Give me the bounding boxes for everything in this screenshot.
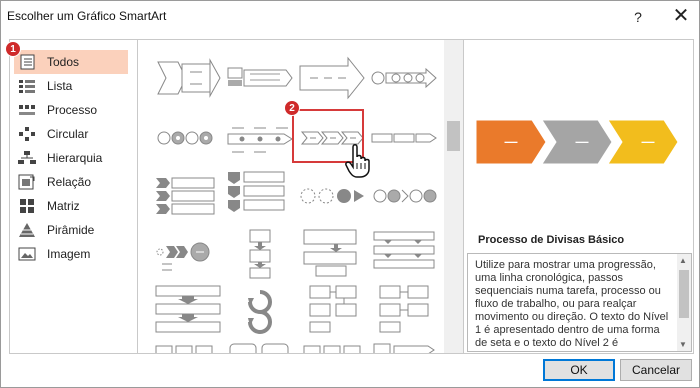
layout-tile[interactable] — [224, 340, 296, 353]
step-badge-1: 1 — [5, 41, 21, 57]
layout-gallery — [137, 39, 463, 354]
layout-tile[interactable] — [152, 340, 224, 353]
category-list: Todos Lista Processo Circular Hierarquia… — [9, 39, 137, 354]
layout-tile[interactable] — [368, 170, 440, 222]
description-scroll-thumb[interactable] — [679, 270, 689, 318]
layout-tile[interactable] — [296, 228, 368, 280]
preview-chevron-text: — — [642, 134, 655, 149]
cycle-icon — [19, 127, 35, 141]
preview-chevron-text: — — [505, 134, 518, 149]
category-label: Circular — [47, 127, 89, 141]
matrix-icon — [20, 199, 34, 213]
help-button[interactable]: ? — [627, 5, 649, 29]
title-bar: Escolher um Gráfico SmartArt ? ✕ — [1, 1, 699, 33]
category-label: Lista — [47, 79, 73, 93]
category-label: Todos — [47, 55, 80, 69]
category-item-matriz[interactable]: Matriz — [14, 194, 128, 218]
layout-tile[interactable] — [296, 52, 368, 104]
category-item-piramide[interactable]: Pirâmide — [14, 218, 128, 242]
preview-pane: — — — Processo de Divisas Básico Utilize p… — [463, 39, 694, 354]
cancel-button[interactable]: Cancelar — [620, 359, 692, 381]
category-label: Matriz — [47, 199, 80, 213]
gallery-scrollbar[interactable] — [444, 39, 463, 354]
layout-tile[interactable] — [368, 340, 440, 353]
hierarchy-icon — [18, 151, 36, 164]
relationship-icon — [18, 174, 35, 190]
picture-icon — [18, 247, 36, 261]
gallery-scroll-thumb[interactable] — [447, 121, 460, 151]
process-icon — [19, 105, 35, 115]
category-label: Pirâmide — [47, 223, 95, 237]
preview-title: Processo de Divisas Básico — [478, 234, 625, 246]
ok-button[interactable]: OK — [543, 359, 615, 381]
scroll-up-arrow-icon[interactable]: ▲ — [679, 256, 687, 265]
layout-tile[interactable] — [296, 340, 368, 353]
layout-tile[interactable] — [296, 284, 368, 336]
category-item-relacao[interactable]: Relação — [14, 170, 128, 194]
preview-chevron-text: — — [576, 134, 589, 149]
layout-tile[interactable] — [152, 228, 224, 280]
close-button[interactable]: ✕ — [669, 5, 693, 29]
category-item-todos[interactable]: Todos — [14, 50, 128, 74]
description-scrollbar[interactable]: ▲ ▼ — [677, 254, 691, 351]
layout-tile[interactable] — [224, 284, 296, 336]
chevron-preview: — — — — [476, 120, 679, 164]
category-item-hierarquia[interactable]: Hierarquia — [14, 146, 128, 170]
scroll-down-arrow-icon[interactable]: ▼ — [679, 340, 687, 349]
smartart-dialog: Escolher um Gráfico SmartArt ? ✕ Todos L… — [0, 0, 700, 388]
all-icon — [20, 54, 35, 70]
list-icon — [19, 80, 35, 93]
layout-tile[interactable] — [152, 112, 224, 164]
layout-tile[interactable] — [368, 284, 440, 336]
preview-description-box: Utilize para mostrar uma progressão, uma… — [467, 253, 692, 352]
layout-tile[interactable] — [224, 228, 296, 280]
category-label: Hierarquia — [47, 151, 103, 165]
category-item-lista[interactable]: Lista — [14, 74, 128, 98]
layout-tile[interactable] — [224, 52, 296, 104]
category-label: Imagem — [47, 247, 91, 261]
category-label: Relação — [47, 175, 92, 189]
layout-tile[interactable] — [224, 170, 296, 222]
preview-description: Utilize para mostrar uma progressão, uma… — [475, 259, 669, 349]
category-item-imagem[interactable]: Imagem — [14, 242, 128, 266]
layout-tile[interactable] — [152, 52, 224, 104]
pyramid-icon — [19, 223, 35, 237]
layout-tile[interactable] — [152, 170, 224, 222]
dialog-title: Escolher um Gráfico SmartArt — [7, 9, 167, 23]
step-badge-2: 2 — [284, 100, 300, 116]
layout-tile[interactable] — [152, 284, 224, 336]
category-label: Processo — [47, 103, 98, 117]
layout-tile[interactable] — [368, 112, 440, 164]
hand-cursor-icon — [345, 144, 370, 178]
category-item-processo[interactable]: Processo — [14, 98, 128, 122]
layout-tile[interactable] — [368, 52, 440, 104]
category-item-circular[interactable]: Circular — [14, 122, 128, 146]
layout-tile[interactable] — [368, 228, 440, 280]
layout-tile[interactable] — [224, 112, 296, 164]
